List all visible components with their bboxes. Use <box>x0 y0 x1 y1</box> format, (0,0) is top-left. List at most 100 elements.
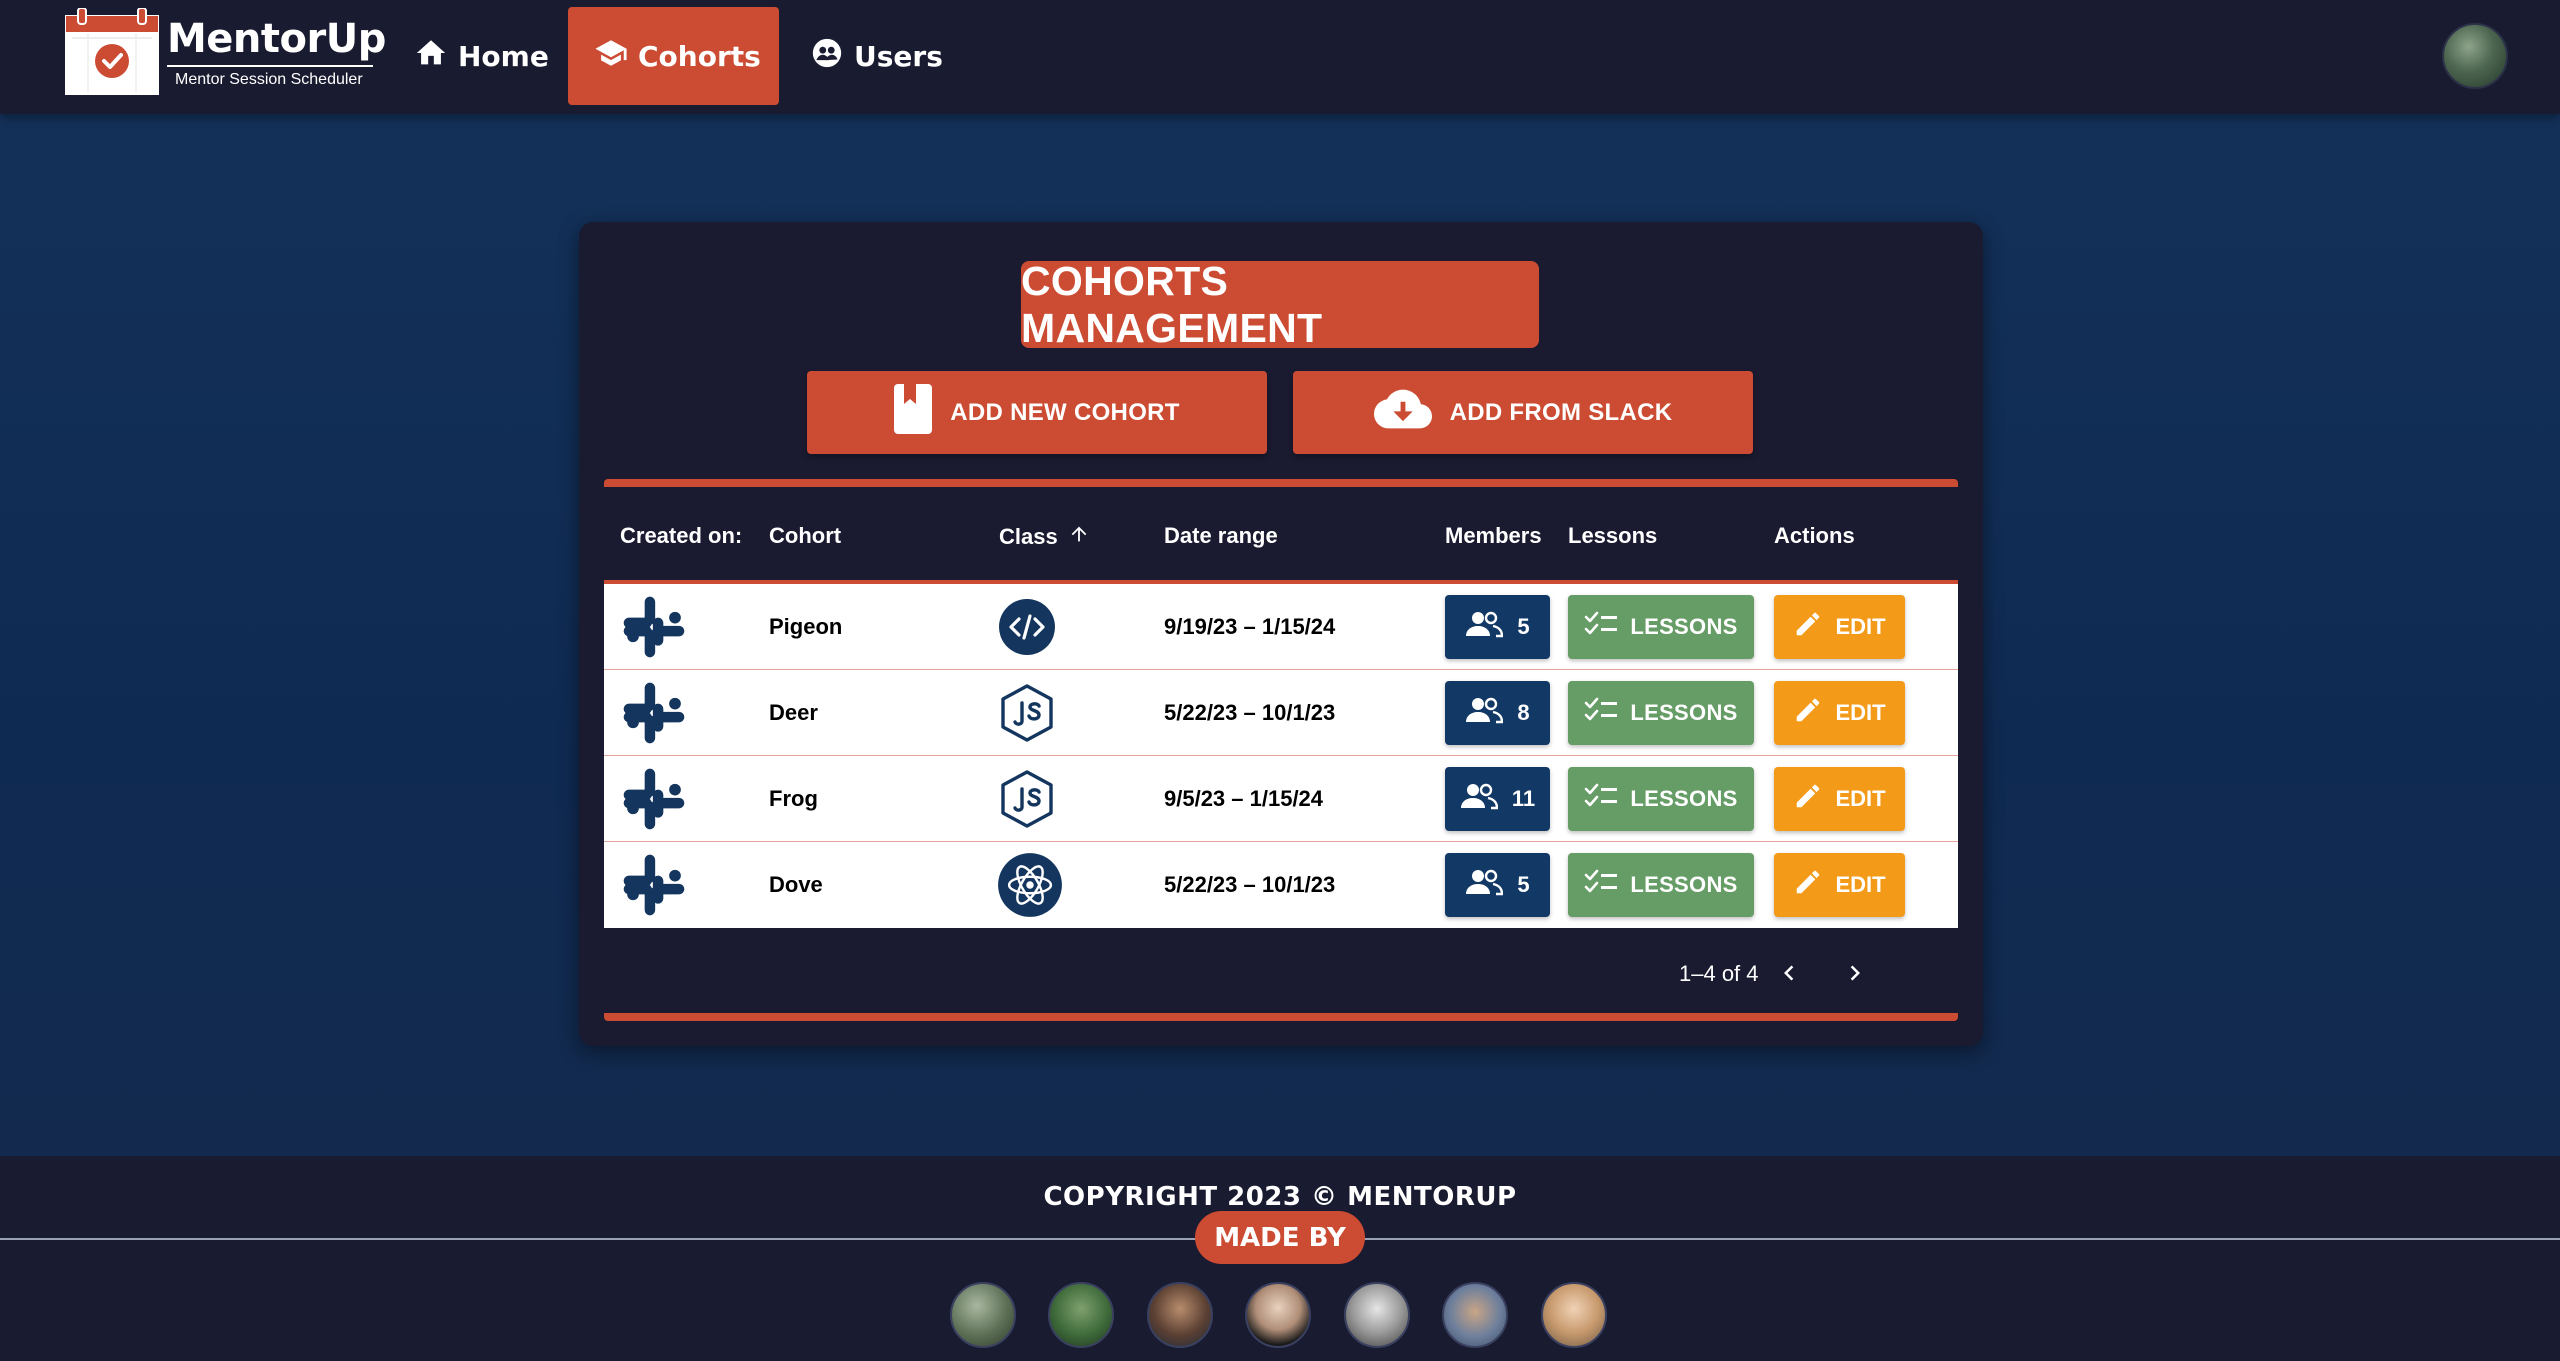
cohort-name: Pigeon <box>769 614 843 639</box>
team-avatar[interactable] <box>1048 1282 1114 1348</box>
lessons-label: LESSONS <box>1630 614 1738 639</box>
group-icon <box>1465 868 1504 902</box>
team-avatar[interactable] <box>1541 1282 1607 1348</box>
date-range: 9/19/23 – 1/15/24 <box>1164 614 1336 639</box>
slack-icon <box>619 842 689 928</box>
header-date-range[interactable]: Date range <box>1164 523 1278 549</box>
table-row: Frog 9/5/23 – 1/15/24 11 LESSONS EDIT <box>604 756 1958 842</box>
home-icon <box>414 36 448 77</box>
checklist-icon <box>1584 783 1618 815</box>
table-row: Dove 5/22/23 – 10/1/23 5 LESSONS EDIT <box>604 842 1958 928</box>
nodejs-icon <box>997 670 1057 756</box>
user-avatar[interactable] <box>2442 23 2508 89</box>
pencil-icon <box>1793 781 1823 817</box>
date-range: 5/22/23 – 10/1/23 <box>1164 700 1336 725</box>
pencil-icon <box>1793 867 1823 903</box>
nav-users-label: Users <box>854 39 943 73</box>
lessons-button[interactable]: LESSONS <box>1568 853 1754 917</box>
chevron-right-icon[interactable] <box>1840 958 1870 988</box>
bookmark-book-icon <box>894 384 933 441</box>
graduation-cap-icon <box>594 36 628 77</box>
cohort-name: Dove <box>769 872 823 897</box>
table-row: Pigeon 9/19/23 – 1/15/24 5 LESSONS EDIT <box>604 584 1958 670</box>
users-globe-icon <box>810 36 844 77</box>
table-row: Deer 5/22/23 – 10/1/23 8 LESSONS EDIT <box>604 670 1958 756</box>
code-icon <box>997 584 1057 670</box>
date-range: 5/22/23 – 10/1/23 <box>1164 872 1336 897</box>
edit-button[interactable]: EDIT <box>1774 595 1905 659</box>
edit-button[interactable]: EDIT <box>1774 767 1905 831</box>
team-avatar[interactable] <box>1147 1282 1213 1348</box>
table-pagination: 1–4 of 4 <box>604 928 1958 1021</box>
checklist-icon <box>1584 611 1618 643</box>
header-class[interactable]: Class <box>999 523 1090 551</box>
members-button[interactable]: 5 <box>1445 595 1550 659</box>
nav-cohorts-label: Cohorts <box>638 39 761 73</box>
nav-cohorts[interactable]: Cohorts <box>568 7 779 105</box>
cohorts-table: Created on: Cohort Class Date range Memb… <box>604 479 1958 1021</box>
react-icon <box>997 842 1063 928</box>
team-avatar[interactable] <box>950 1282 1016 1348</box>
group-icon <box>1465 696 1504 730</box>
pagination-range: 1–4 of 4 <box>1679 961 1759 986</box>
edit-label: EDIT <box>1835 786 1886 811</box>
header-cohort[interactable]: Cohort <box>769 523 841 549</box>
members-count: 8 <box>1517 700 1530 725</box>
slack-icon <box>619 756 689 842</box>
edit-label: EDIT <box>1835 700 1886 725</box>
team-avatar[interactable] <box>1442 1282 1508 1348</box>
nav-users[interactable]: Users <box>784 7 969 105</box>
group-icon <box>1465 610 1504 644</box>
members-count: 5 <box>1517 614 1530 639</box>
pencil-icon <box>1793 609 1823 645</box>
checklist-icon <box>1584 869 1618 901</box>
cohort-name: Frog <box>769 786 818 811</box>
header-actions: Actions <box>1774 523 1855 548</box>
cohorts-card: COHORTS MANAGEMENT ADD NEW COHORT ADD FR… <box>579 222 1983 1046</box>
members-button[interactable]: 8 <box>1445 681 1550 745</box>
chevron-left-icon[interactable] <box>1774 958 1804 988</box>
nav-home[interactable]: Home <box>388 7 575 105</box>
edit-label: EDIT <box>1835 614 1886 639</box>
add-from-slack-button[interactable]: ADD FROM SLACK <box>1293 371 1753 454</box>
lessons-button[interactable]: LESSONS <box>1568 681 1754 745</box>
table-body: Pigeon 9/19/23 – 1/15/24 5 LESSONS EDIT <box>604 584 1958 928</box>
header-class-label: Class <box>999 524 1058 549</box>
add-new-cohort-label: ADD NEW COHORT <box>950 398 1180 426</box>
lessons-label: LESSONS <box>1630 872 1738 897</box>
edit-button[interactable]: EDIT <box>1774 853 1905 917</box>
page-title: COHORTS MANAGEMENT <box>1021 258 1539 351</box>
slack-icon <box>619 584 689 670</box>
members-count: 5 <box>1517 872 1530 897</box>
lessons-button[interactable]: LESSONS <box>1568 595 1754 659</box>
members-button[interactable]: 11 <box>1445 767 1550 831</box>
header-created-on[interactable]: Created on: <box>620 523 742 549</box>
pencil-icon <box>1793 695 1823 731</box>
group-icon <box>1460 782 1499 816</box>
edit-label: EDIT <box>1835 872 1886 897</box>
app-name: MentorUp <box>167 16 386 62</box>
add-new-cohort-button[interactable]: ADD NEW COHORT <box>807 371 1267 454</box>
calendar-check-icon <box>64 7 160 96</box>
members-button[interactable]: 5 <box>1445 853 1550 917</box>
lessons-label: LESSONS <box>1630 700 1738 725</box>
team-avatar[interactable] <box>1245 1282 1311 1348</box>
add-from-slack-label: ADD FROM SLACK <box>1449 398 1673 426</box>
members-count: 11 <box>1511 786 1536 811</box>
lessons-button[interactable]: LESSONS <box>1568 767 1754 831</box>
navbar: MentorUp Mentor Session Scheduler Home C… <box>0 0 2560 114</box>
logo-divider <box>167 65 373 67</box>
edit-button[interactable]: EDIT <box>1774 681 1905 745</box>
app-logo[interactable]: MentorUp Mentor Session Scheduler <box>64 7 386 100</box>
team-avatars <box>950 1282 1610 1352</box>
header-members[interactable]: Members <box>1445 523 1542 549</box>
header-lessons[interactable]: Lessons <box>1568 523 1657 549</box>
cohort-name: Deer <box>769 700 818 725</box>
date-range: 9/5/23 – 1/15/24 <box>1164 786 1324 811</box>
nav-home-label: Home <box>458 39 549 73</box>
slack-icon <box>619 670 689 756</box>
lessons-label: LESSONS <box>1630 786 1738 811</box>
app-tagline: Mentor Session Scheduler <box>175 71 363 88</box>
team-avatar[interactable] <box>1344 1282 1410 1348</box>
nodejs-icon <box>997 756 1057 842</box>
